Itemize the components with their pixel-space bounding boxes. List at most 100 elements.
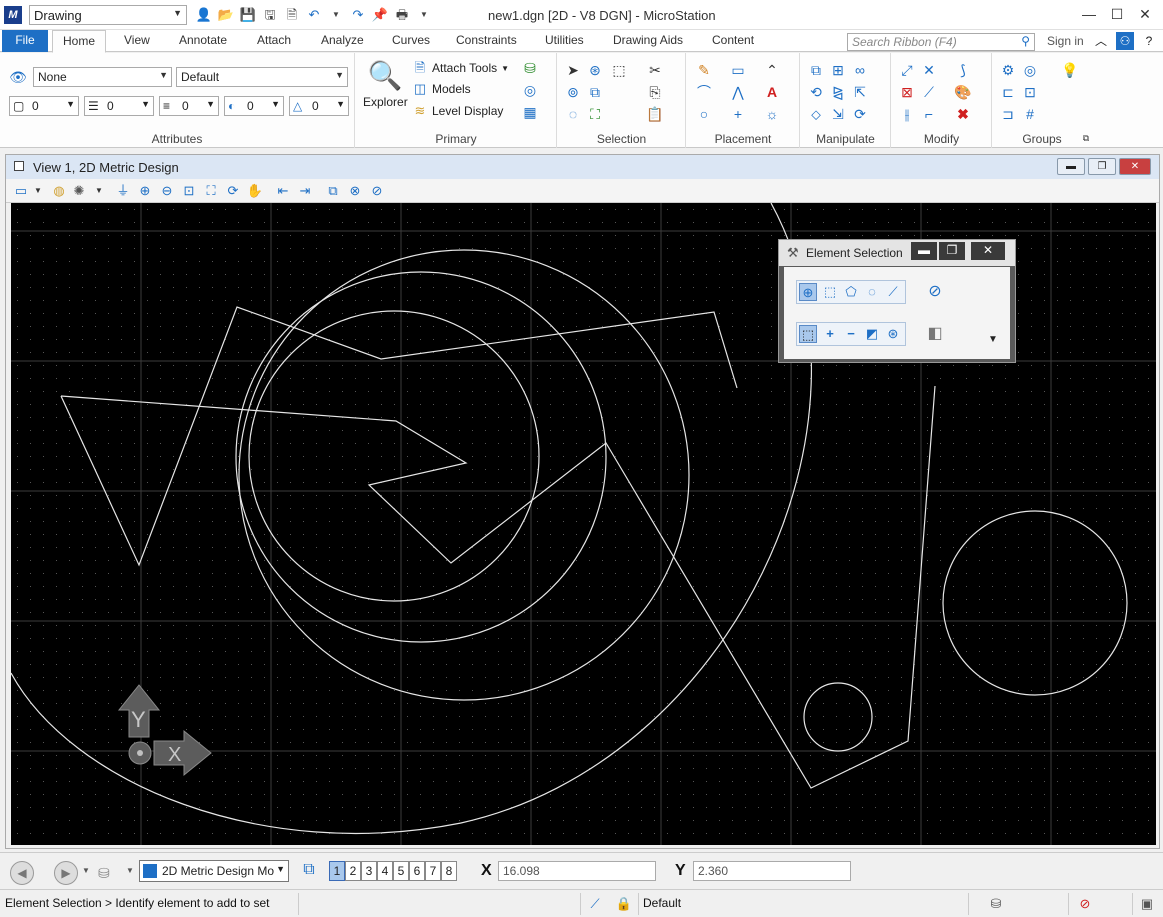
priority-combo[interactable]: △ 0 ▼ (289, 96, 349, 116)
tab-home[interactable]: Home (52, 30, 107, 53)
view-menu-icon[interactable] (14, 161, 24, 171)
delete-icon[interactable]: ✖ (954, 105, 972, 123)
invert-mode-icon[interactable]: ◩ (863, 325, 881, 343)
dialog-minimize-icon[interactable]: ▬ (911, 242, 937, 260)
back-icon[interactable]: ◀ (10, 861, 34, 885)
pin-icon[interactable]: 📌 (371, 6, 389, 24)
fence-icon[interactable]: ⧉ (586, 83, 604, 101)
element-template-combo[interactable]: Default ▼ (176, 67, 348, 87)
user-account-icon[interactable]: ⚇ (1116, 32, 1134, 50)
view-groups-icon[interactable]: ⧉ (297, 861, 321, 883)
zoom-in-icon[interactable]: ⊕ (136, 182, 154, 200)
collapse-ribbon-icon[interactable]: ︿ (1092, 32, 1110, 50)
view-minimize-icon[interactable]: ▬ (1057, 158, 1085, 175)
group-select-icon[interactable]: ⛶ (586, 105, 604, 123)
tab-file[interactable]: File (2, 30, 48, 52)
properties-icon[interactable]: ▦ (521, 103, 539, 121)
tab-utilities[interactable]: Utilities (535, 30, 594, 52)
array-icon[interactable]: ⊞ (829, 61, 847, 79)
level-display-button[interactable]: ≋ Level Display (412, 101, 504, 121)
color-combo[interactable]: ▢ 0 ▼ (9, 96, 79, 116)
open-folder-icon[interactable]: 📂 (217, 6, 235, 24)
view-6-button[interactable]: 6 (409, 861, 425, 881)
design-file-changed-icon[interactable]: ⛁ (987, 895, 1005, 913)
redo-icon[interactable]: ↷ (349, 6, 367, 24)
add-mode-icon[interactable]: + (821, 325, 839, 343)
raster-icon[interactable]: ⛁ (521, 59, 539, 77)
move-parallel-icon[interactable]: ∞ (851, 61, 869, 79)
level-manager-icon[interactable]: 👁 (9, 68, 27, 86)
tab-curves[interactable]: Curves (382, 30, 440, 52)
view-previous-icon[interactable]: ⇤ (274, 182, 292, 200)
place-curve-icon[interactable]: ⋀ (729, 83, 747, 101)
y-coordinate-field[interactable]: 2.360 (693, 861, 851, 881)
models-button[interactable]: ◫ Models (412, 79, 471, 99)
extend-icon[interactable]: ⌐ (920, 105, 938, 123)
element-selection-title-bar[interactable]: ⚒ Element Selection ▬ ❐ ✕ (779, 240, 1015, 266)
spin-icon[interactable]: ⟳ (851, 105, 869, 123)
modify-element-icon[interactable]: ⤢ (898, 61, 916, 79)
place-block-icon[interactable]: ▭ (729, 61, 747, 79)
named-group-icon[interactable]: ◎ (1021, 61, 1039, 79)
workflow-select[interactable]: Drawing ▼ (29, 5, 187, 25)
forward-icon[interactable]: ▶ (54, 861, 78, 885)
tab-view[interactable]: View (114, 30, 160, 52)
dialog-close-icon[interactable]: ✕ (971, 242, 1005, 260)
lock-icon[interactable]: 🔒 (615, 895, 633, 913)
break-icon[interactable]: ⟋ (920, 83, 938, 101)
maximize-icon[interactable]: ☐ (1107, 4, 1127, 24)
dialog-maximize-icon[interactable]: ❐ (939, 242, 965, 260)
active-model-combo[interactable]: 2D Metric Design Mo ▼ (139, 860, 289, 882)
pan-view-icon[interactable]: ✋ (246, 182, 264, 200)
microstation-logo-icon[interactable]: M (4, 6, 22, 24)
tab-analyze[interactable]: Analyze (311, 30, 374, 52)
clip-volume-icon[interactable]: ⊗ (346, 182, 364, 200)
individual-method-icon[interactable]: ⊕ (799, 283, 817, 301)
align-icon[interactable]: ⬦ (807, 105, 825, 123)
expand-dialog-icon[interactable]: ▼ (982, 329, 1004, 351)
subtract-mode-icon[interactable]: − (842, 325, 860, 343)
level-combo[interactable]: None ▼ (33, 67, 172, 87)
save-settings-icon[interactable]: 🖫 (261, 6, 279, 24)
drop-group-icon[interactable]: ⊡ (1021, 83, 1039, 101)
mirror-icon[interactable]: ⧎ (829, 83, 847, 101)
view-3-button[interactable]: 3 (361, 861, 377, 881)
view-4-button[interactable]: 4 (377, 861, 393, 881)
trim-icon[interactable]: ✕ (920, 61, 938, 79)
tab-attach[interactable]: Attach (247, 30, 301, 52)
complex-chain-icon[interactable]: ⊐ (999, 105, 1017, 123)
rotate-view-icon[interactable]: ⟳ (224, 182, 242, 200)
place-circle-icon[interactable]: ○ (695, 105, 713, 123)
clear-selection-icon[interactable]: ⊘ (924, 281, 946, 303)
select-all-mode-icon[interactable]: ⊛ (884, 325, 902, 343)
explorer-button[interactable]: 🔍 Explorer (363, 57, 408, 109)
add-to-group-icon[interactable]: ⊏ (999, 83, 1017, 101)
view-1-button[interactable]: 1 (329, 861, 345, 881)
place-text-icon[interactable]: A (763, 83, 781, 101)
view-5-button[interactable]: 5 (393, 861, 409, 881)
shape-method-icon[interactable]: ⬠ (842, 283, 860, 301)
copy-element-icon[interactable]: ⧉ (807, 61, 825, 79)
zoom-out-icon[interactable]: ⊖ (158, 182, 176, 200)
no-connection-icon[interactable]: ⊘ (1076, 895, 1094, 913)
delete-part-icon[interactable]: ⊠ (898, 83, 916, 101)
undo-icon[interactable]: ↶ (305, 6, 323, 24)
new-mode-icon[interactable]: ⬚ (799, 325, 817, 343)
group-icon[interactable]: ⚙ (999, 61, 1017, 79)
line-weight-combo[interactable]: ≡ 0 ▼ (159, 96, 219, 116)
search-ribbon-input[interactable]: Search Ribbon (F4) ⚲ (847, 33, 1035, 51)
view-2-button[interactable]: 2 (345, 861, 361, 881)
rotate-icon[interactable]: ⟲ (807, 83, 825, 101)
compress-icon[interactable]: 🗎 (283, 6, 301, 24)
x-coordinate-field[interactable]: 16.098 (498, 861, 656, 881)
place-arc-icon[interactable]: ⌒ (695, 83, 713, 101)
model-list-icon[interactable]: ⛁ (98, 865, 110, 882)
stretch-icon[interactable]: ⇲ (829, 105, 847, 123)
cut-icon[interactable]: ✂ (646, 61, 664, 79)
chevron-down-icon[interactable]: ▼ (82, 866, 90, 875)
hatch-icon[interactable]: # (1021, 105, 1039, 123)
modify-divider-icon[interactable]: ⫲ (898, 105, 916, 123)
copy-view-icon[interactable]: ⧉ (324, 182, 342, 200)
sign-in-link[interactable]: Sign in (1047, 34, 1084, 48)
deselect-icon[interactable]: ◌ (564, 105, 582, 123)
